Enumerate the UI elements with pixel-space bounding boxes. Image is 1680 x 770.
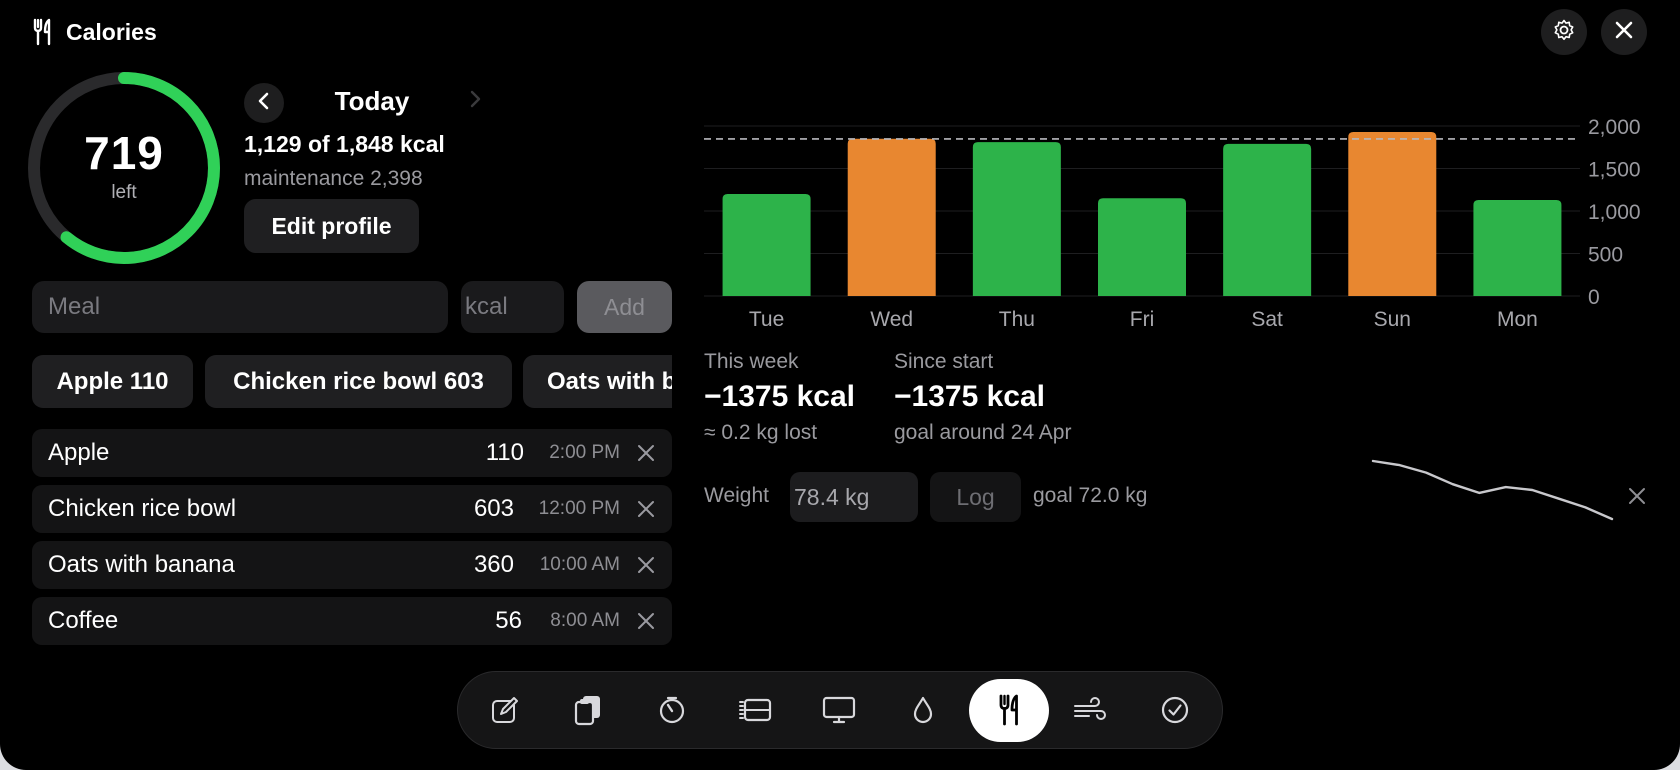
- meal-kcal: 56: [495, 607, 522, 634]
- log-label: Log: [956, 484, 995, 510]
- meal-row[interactable]: Chicken rice bowl 603 12:00 PM: [32, 485, 672, 533]
- since-start-value: −1375 kcal: [894, 380, 1045, 413]
- weight-value: 78.4 kg: [794, 484, 870, 510]
- meal-row[interactable]: Coffee 56 8:00 AM: [32, 597, 672, 645]
- weight-goal: goal 72.0 kg: [1033, 484, 1148, 507]
- meal-kcal: 603: [473, 495, 514, 522]
- y-tick-label: 1,000: [1588, 201, 1641, 224]
- remove-meal-icon[interactable]: [636, 555, 656, 575]
- meal-kcal: 360: [473, 551, 514, 578]
- x-tick-label: Tue: [749, 308, 784, 331]
- y-tick-label: 2,000: [1588, 116, 1641, 139]
- chart-bar: [1223, 143, 1312, 296]
- quick-add-chip[interactable]: Oats with banana 360: [523, 355, 672, 408]
- log-weight-button[interactable]: Log: [930, 472, 1021, 522]
- weight-trend-path: [1371, 459, 1614, 521]
- drop-icon[interactable]: [891, 678, 955, 742]
- since-start-sub: goal around 24 Apr: [894, 421, 1072, 444]
- clear-weight-icon[interactable]: [1627, 486, 1647, 506]
- meal-time: 8:00 AM: [550, 610, 620, 631]
- compose-icon[interactable]: [473, 678, 537, 742]
- weight-trend-line: [1371, 459, 1614, 521]
- remove-meal-icon[interactable]: [636, 443, 656, 463]
- x-tick-label: Thu: [999, 308, 1035, 331]
- y-tick-label: 0: [1588, 286, 1600, 309]
- quick-add-chip[interactable]: Apple 110: [32, 355, 193, 408]
- weight-input[interactable]: 78.4 kg: [790, 472, 918, 522]
- fork-knife-icon[interactable]: [977, 678, 1041, 742]
- y-tick-label: 1,500: [1588, 159, 1641, 182]
- meal-time: 2:00 PM: [549, 442, 620, 463]
- this-week-sub: ≈ 0.2 kg lost: [704, 421, 818, 444]
- x-tick-label: Sat: [1251, 308, 1283, 331]
- chart-bar: [1098, 198, 1186, 296]
- weekly-calorie-chart: 2,000 1,500 1,000 500 0 Tue Wed Thu Fri Sat Sun Mon: [704, 116, 1641, 331]
- list-icon[interactable]: [724, 678, 788, 742]
- chart-bar: [1348, 131, 1437, 296]
- chart-bar: [722, 194, 811, 296]
- meal-time: 12:00 PM: [538, 498, 620, 519]
- meal-row[interactable]: Oats with banana 360 10:00 AM: [32, 541, 672, 589]
- display-icon[interactable]: [807, 678, 871, 742]
- meal-name: Coffee: [48, 607, 119, 634]
- chart-bar: [1473, 199, 1562, 296]
- clipboard-icon[interactable]: [556, 678, 620, 742]
- calories-window: Calories 719 left Today 1,129 of 1,848 k…: [0, 0, 1680, 770]
- x-tick-label: Mon: [1497, 308, 1538, 331]
- meal-name: Oats with banana: [48, 551, 235, 578]
- this-week-value: −1375 kcal: [704, 380, 855, 413]
- meal-row[interactable]: Apple 110 2:00 PM: [32, 429, 672, 477]
- x-tick-label: Fri: [1130, 308, 1155, 331]
- remove-meal-icon[interactable]: [636, 499, 656, 519]
- wind-icon[interactable]: [1058, 678, 1122, 742]
- checkmark-circle-icon[interactable]: [1143, 678, 1207, 742]
- remove-meal-icon[interactable]: [636, 611, 656, 631]
- meal-name: Chicken rice bowl: [48, 495, 237, 522]
- this-week-label: This week: [704, 350, 799, 373]
- x-tick-label: Sun: [1374, 308, 1411, 331]
- since-start-label: Since start: [894, 350, 994, 373]
- meal-name: Apple: [48, 439, 110, 466]
- meal-kcal: 110: [485, 439, 524, 466]
- y-tick-label: 500: [1588, 244, 1623, 267]
- timer-icon[interactable]: [640, 678, 704, 742]
- chart-bar: [847, 138, 936, 296]
- x-tick-label: Wed: [870, 308, 913, 331]
- weight-label: Weight: [704, 484, 769, 507]
- chart-bar: [972, 142, 1061, 296]
- quick-add-chip[interactable]: Chicken rice bowl 603: [205, 355, 512, 408]
- meal-time: 10:00 AM: [539, 554, 620, 575]
